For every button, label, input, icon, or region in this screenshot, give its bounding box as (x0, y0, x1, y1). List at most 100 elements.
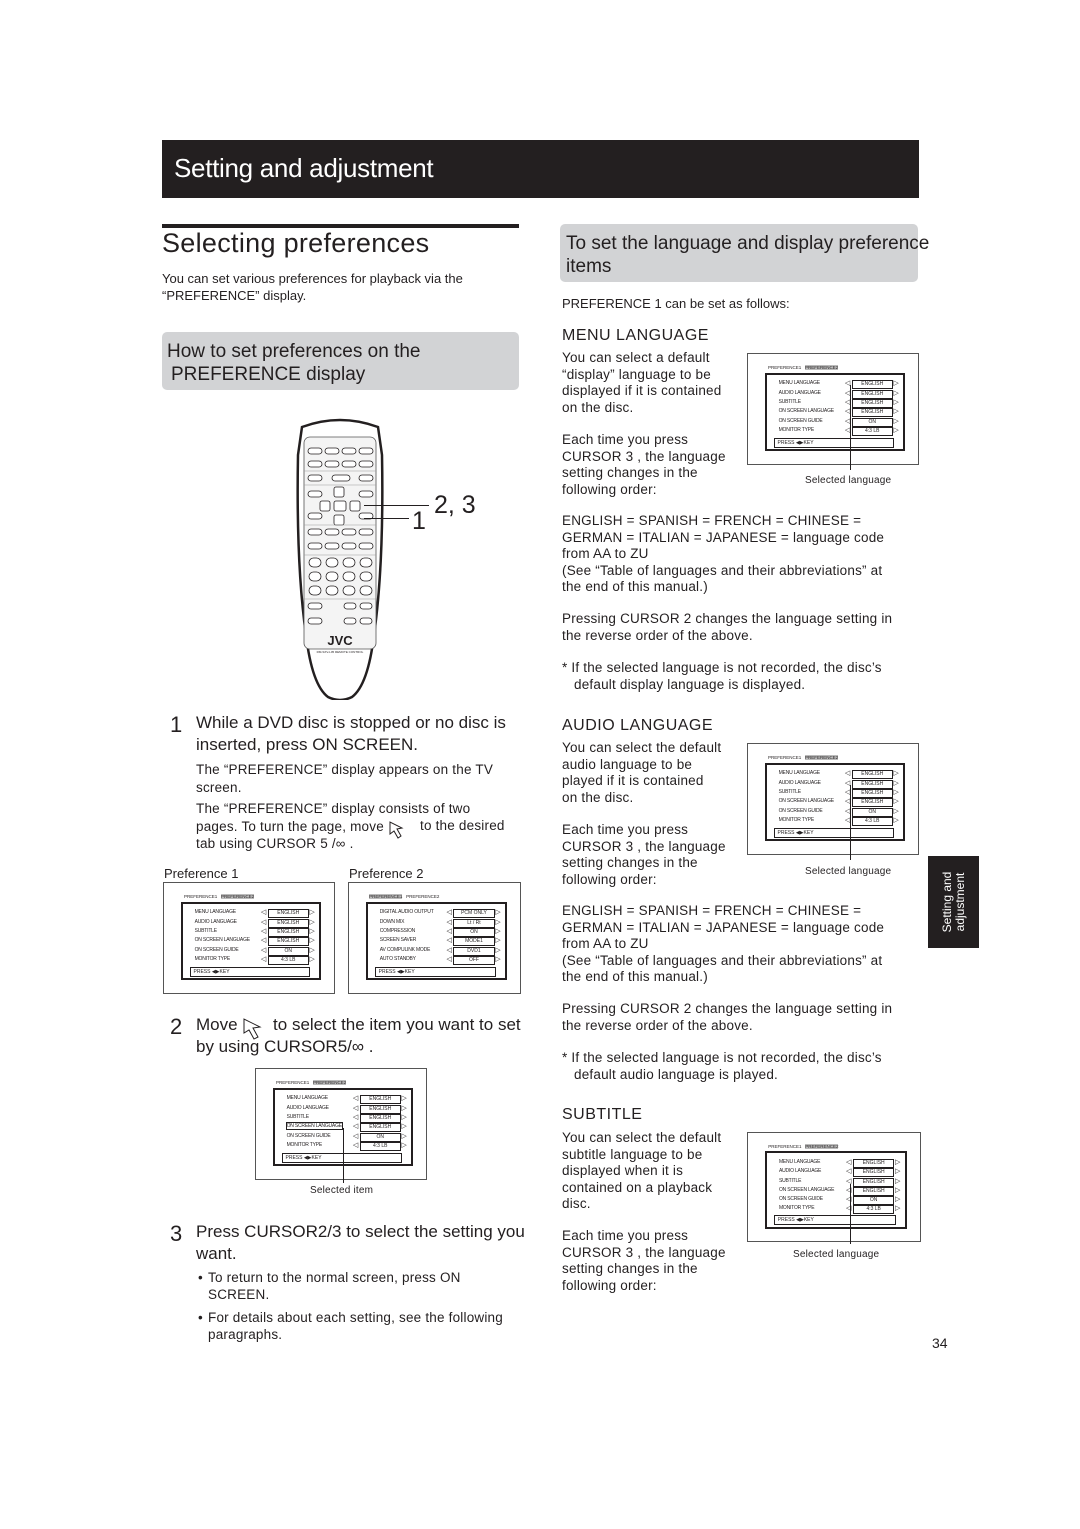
osd-row-label: SUBTITLE (778, 789, 801, 795)
osd-row-label: ON SCREEN GUIDE (286, 1132, 331, 1139)
osd-right-arrow-icon: ▷ (893, 816, 899, 824)
chapter-banner: Setting and adjustment (162, 138, 919, 198)
osd-row-label: SCREEN SAVER (379, 937, 417, 944)
osd-right-arrow-icon: ▷ (895, 1196, 901, 1204)
osd-row-label: ON SCREEN LANGUAGE (285, 1122, 343, 1131)
how-to-heading-line2: PREFERENCE display (171, 364, 366, 385)
osd-row-label: MONITOR TYPE (778, 1205, 815, 1212)
osd-row-label: ON SCREEN LANGUAGE (778, 798, 835, 805)
osd-row-value: ON (851, 807, 893, 817)
preference-2-label: Preference 2 (349, 866, 424, 881)
osd-row-label: AUDIO LANGUAGE (778, 389, 821, 396)
osd-press-key-hint: PRESS ◀▶KEY (374, 966, 496, 977)
osd-row-value: ENGLISH (851, 798, 893, 808)
step-2-title: Move to select the item you want to set … (196, 1015, 521, 1056)
osd-row-value: ENGLISH (851, 399, 893, 408)
osd-right-arrow-icon: ▷ (495, 918, 501, 926)
osd-row-label: MONITOR TYPE (194, 955, 231, 962)
osd-row-value: ENGLISH (359, 1114, 401, 1123)
osd-left-arrow-icon: ◁ (844, 770, 851, 778)
osd-row-value: ENGLISH (852, 1168, 895, 1178)
osd-left-arrow-icon: ◁ (446, 955, 452, 963)
osd-selected-item: PREFERENCE1 PREFERENCE2 MENU LANGUAGE ◁ ENGL… (255, 1068, 427, 1180)
audio-language-note: * If the selected language is not record… (562, 1050, 882, 1082)
osd-right-arrow-icon: ▷ (893, 399, 899, 406)
osd-tab-preference-1: PREFERENCE1 (369, 894, 403, 899)
osd-right-arrow-icon: ▷ (401, 1123, 407, 1131)
language-heading-box: To set the language and display preferen… (560, 224, 929, 282)
osd-row-label: DOWN MIX (379, 918, 405, 925)
step-1-note-3a: to the desired (420, 818, 505, 833)
selected-item-leader (343, 1128, 344, 1183)
subtitle-caption: Selected language (793, 1249, 880, 1260)
osd-right-arrow-icon: ▷ (401, 1114, 407, 1121)
osd-right-arrow-icon: ▷ (895, 1158, 901, 1166)
osd-row-value: ON (267, 946, 309, 956)
pointer-cursor-icon (388, 820, 408, 840)
osd-tab-preference-1: PREFERENCE1 (768, 755, 802, 760)
osd-row-value: 4:3 LB (851, 426, 893, 436)
osd-row-value: ENGLISH (267, 918, 309, 928)
osd-row-label: ON SCREEN GUIDE (194, 946, 239, 953)
step-3-bullet-1: • To return to the normal screen, press O… (198, 1270, 461, 1302)
audio-language-press: Each time you press CURSOR 3 , the langua… (562, 822, 726, 887)
how-to-heading-box: How to set preferences on the PREFERENCE… (162, 332, 519, 390)
osd-right-arrow-icon: ▷ (401, 1132, 407, 1140)
osd-right-arrow-icon: ▷ (309, 946, 315, 954)
osd-tab-preference-2: PREFERENCE2 (221, 894, 255, 899)
osd-left-arrow-icon: ◁ (260, 937, 267, 945)
osd-row-value: ENGLISH (852, 1177, 895, 1187)
side-tab-setting-adjustment: Setting and adjustment (928, 856, 979, 948)
osd-press-key-hint: PRESS ◀▶KEY (281, 1152, 403, 1163)
osd-right-arrow-icon: ▷ (895, 1186, 901, 1194)
osd-row-value: ENGLISH (359, 1095, 401, 1105)
step-3-bullet-2: • For details about each setting, see the… (198, 1310, 503, 1342)
osd-row-value: 4:3 LB (267, 955, 309, 965)
osd-right-arrow-icon: ▷ (401, 1141, 407, 1149)
osd-press-key-hint: PRESS ◀▶KEY (189, 966, 311, 977)
osd-right-arrow-icon: ▷ (893, 779, 899, 787)
osd-row-value: OFF (453, 955, 495, 965)
menu-language-desc: You can select a default “display” langua… (562, 350, 722, 415)
osd-row-label: AUDIO LANGUAGE (778, 779, 821, 786)
osd-press-key-hint: PRESS ◀▶KEY (773, 437, 895, 448)
subtitle-leader (850, 1184, 851, 1244)
osd-row-label: AUDIO LANGUAGE (286, 1104, 329, 1111)
remote-brand-logo: JVC (327, 633, 353, 648)
osd-row-value: 4:3 LB (852, 1205, 895, 1215)
selected-item-caption: Selected item (310, 1185, 374, 1196)
audio-language-desc: You can select the default audio language… (562, 740, 722, 805)
osd-left-arrow-icon: ◁ (352, 1141, 359, 1149)
osd-row-label: AV COMPULINK MODE (379, 946, 431, 953)
step-1-title: While a DVD disc is stopped or no disc i… (196, 713, 506, 754)
osd-left-arrow-icon: ◁ (352, 1123, 359, 1131)
callout-1: 1 (412, 507, 426, 535)
osd-row-label: AUDIO LANGUAGE (194, 918, 237, 925)
audio-language-leader (850, 785, 851, 860)
osd-right-arrow-icon: ▷ (893, 798, 899, 806)
subtitle-press: Each time you press CURSOR 3 , the langua… (562, 1228, 726, 1293)
osd-row-value: ENGLISH (851, 789, 893, 798)
osd-right-arrow-icon: ▷ (893, 426, 899, 434)
osd-right-arrow-icon: ▷ (895, 1168, 901, 1176)
preference-1-lead: PREFERENCE 1 can be set as follows: (562, 296, 790, 311)
osd-press-key-hint: PRESS ◀▶KEY (773, 827, 895, 838)
osd-row-value: ON (359, 1132, 401, 1142)
menu-language-order: ENGLISH = SPANISH = FRENCH = CHINESE = GE… (562, 513, 885, 594)
osd-row-value: ENGLISH (851, 380, 893, 390)
osd-right-arrow-icon: ▷ (893, 389, 899, 397)
osd-row-label: ON SCREEN GUIDE (778, 807, 823, 814)
how-to-heading-line1: How to set preferences on the (167, 341, 421, 362)
subtitle-heading: SUBTITLE (562, 1106, 643, 1123)
osd-row-value: MODE1 (453, 937, 495, 947)
osd-row-label: SUBTITLE (778, 1177, 802, 1184)
audio-language-order: ENGLISH = SPANISH = FRENCH = CHINESE = GE… (562, 903, 885, 984)
osd-right-arrow-icon: ▷ (401, 1104, 407, 1112)
osd-preference-2: PREFERENCE1 PREFERENCE2 DIGITAL AUDIO OUTP… (348, 882, 521, 994)
osd-right-arrow-icon: ▷ (893, 770, 899, 778)
osd-left-arrow-icon: ◁ (446, 928, 452, 935)
osd-row-value: ENGLISH (852, 1158, 895, 1168)
osd-tab-preference-2: PREFERENCE2 (406, 894, 440, 899)
menu-language-heading: MENU LANGUAGE (562, 327, 709, 344)
osd-tab-preference-1: PREFERENCE1 (184, 894, 218, 899)
